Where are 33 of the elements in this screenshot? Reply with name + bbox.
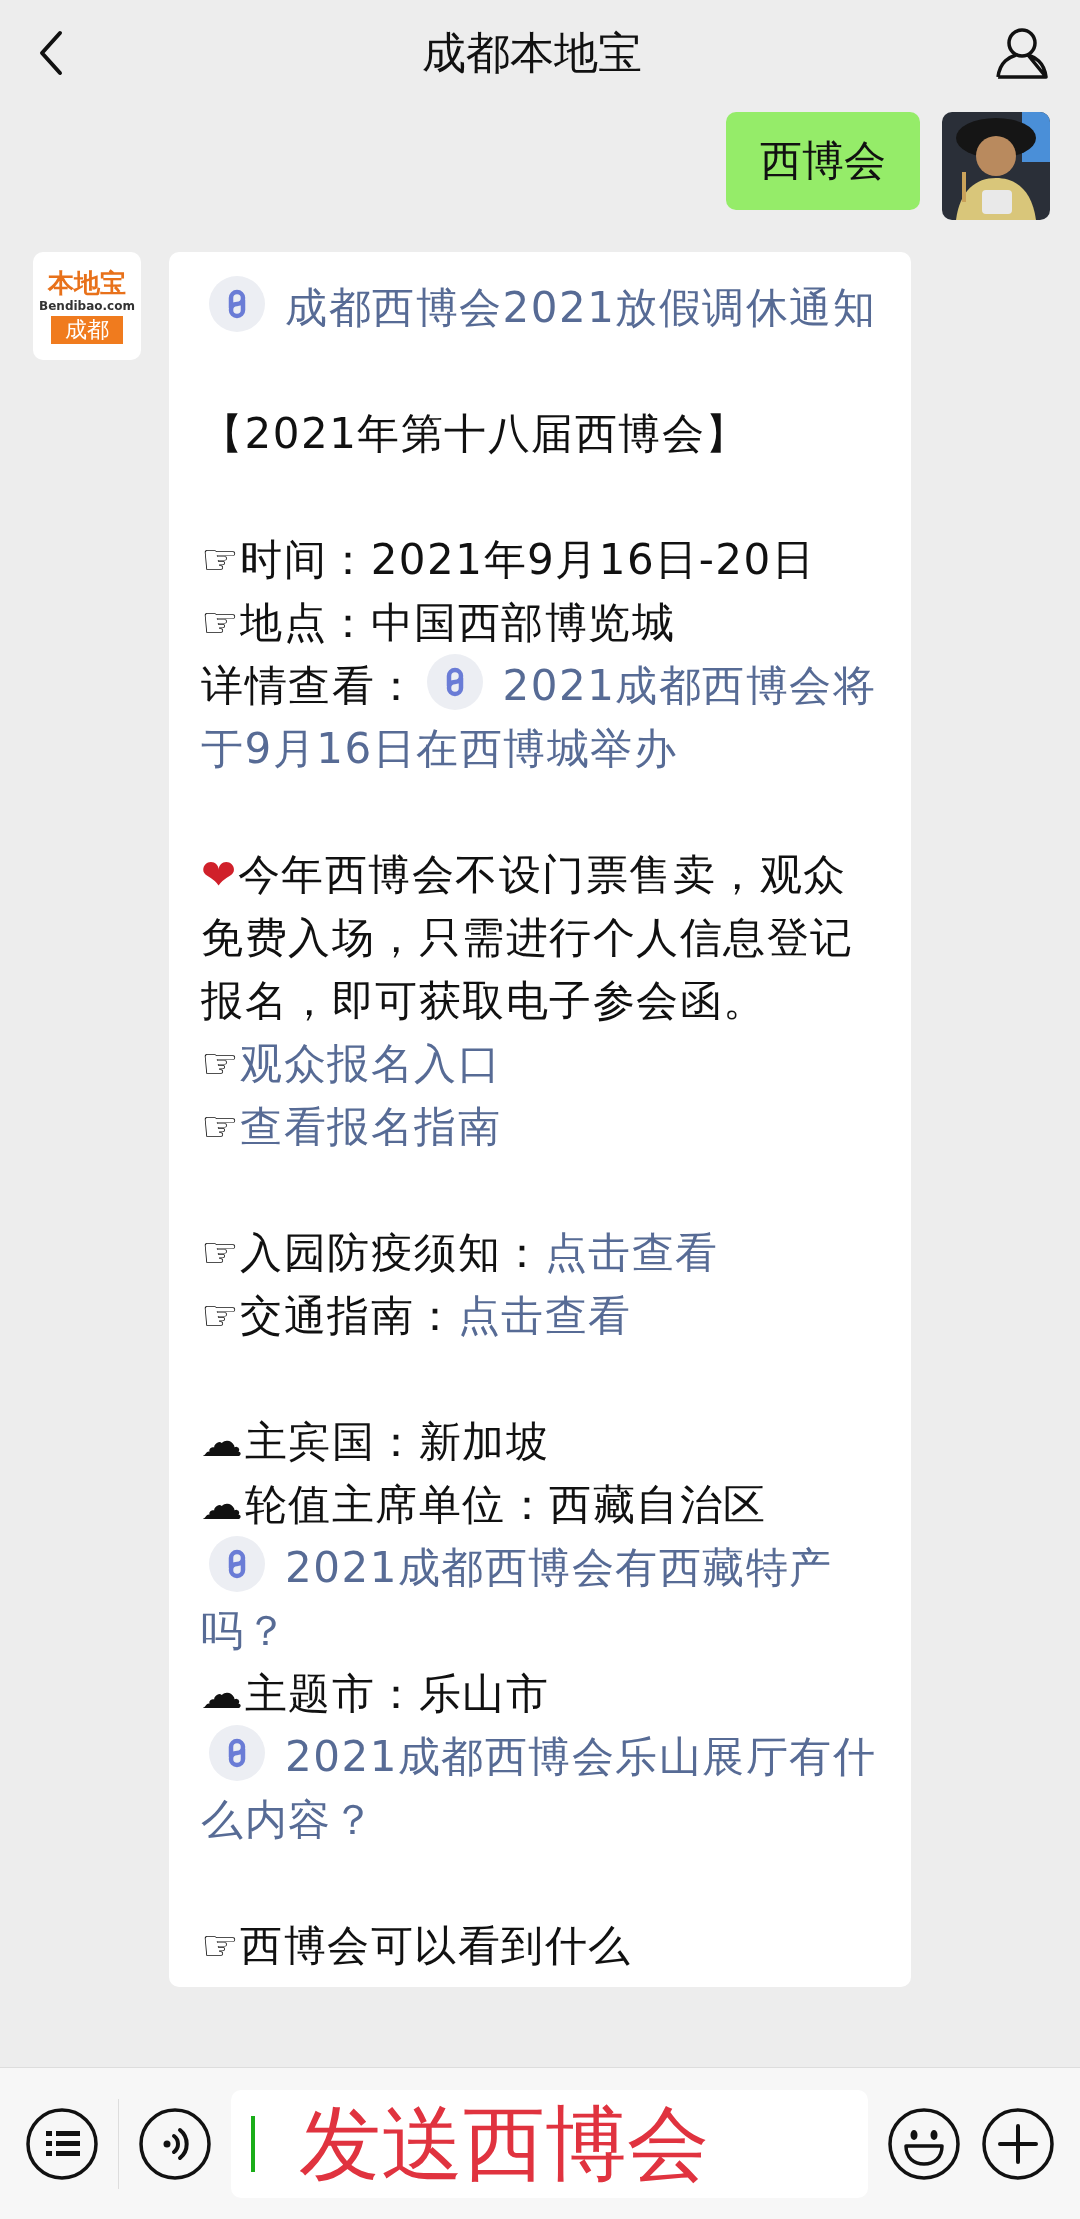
message-text: ☁主宾国：新加坡 <box>201 1416 550 1468</box>
mini-program-icon <box>209 276 265 332</box>
message-text: ☁轮值主席单位：西藏自治区 <box>201 1479 768 1531</box>
message-text: 【2021年第十八届西博会】 <box>201 408 750 460</box>
message-text: ☞地点：中国西部博览城 <box>201 597 677 649</box>
message-text: ❤今年西博会不设门票售卖，观众免费入场，只需进行个人信息登记报名，即可获取电子参会函。 <box>201 849 855 1027</box>
mini-program-icon <box>209 1725 265 1781</box>
message-text: ☞西博会可以看到什么 <box>201 1920 633 1972</box>
mini-program-icon <box>209 1536 265 1592</box>
message-text: ☞ <box>201 1039 241 1088</box>
message-bubble: 西博会 <box>726 112 920 210</box>
message-text: ☁主题市：乐山市 <box>201 1668 550 1720</box>
bendibao-logo: 本地宝 Bendibao.com 成都 <box>33 252 141 360</box>
message-input-field[interactable]: 发送西博会 <box>231 2089 868 2198</box>
link[interactable]: 观众报名入口 <box>240 1039 502 1088</box>
voice-icon[interactable] <box>137 2105 213 2182</box>
link[interactable]: 点击查看 <box>457 1291 632 1340</box>
emoji-icon[interactable] <box>886 2105 962 2182</box>
article-link[interactable]: 2021成都西博会乐山展厅有什么内容？ <box>201 1725 881 1851</box>
article-link[interactable]: 成都西博会2021放假调休通知 <box>201 276 881 339</box>
article-link[interactable]: 详情查看： 2021成都西博会将于9月16日在西博城举办 <box>201 654 881 780</box>
link[interactable]: 查看报名指南 <box>240 1102 502 1151</box>
mini-program-icon <box>426 654 483 710</box>
menu-icon[interactable] <box>24 2105 100 2182</box>
link[interactable]: 点击查看 <box>544 1228 719 1277</box>
chat-title: 成都本地宝 <box>422 26 642 80</box>
message-text: ☞交通指南： <box>201 1291 458 1340</box>
article-link[interactable]: 2021成都西博会有西藏特产吗？ <box>201 1536 881 1662</box>
message-text: ☞ <box>201 1102 241 1151</box>
contact-icon[interactable] <box>994 25 1050 81</box>
plus-icon[interactable] <box>980 2105 1056 2182</box>
message-text: ☞入园防疫须知： <box>201 1228 545 1277</box>
message-text: ☞时间：2021年9月16日-20日 <box>201 534 817 586</box>
